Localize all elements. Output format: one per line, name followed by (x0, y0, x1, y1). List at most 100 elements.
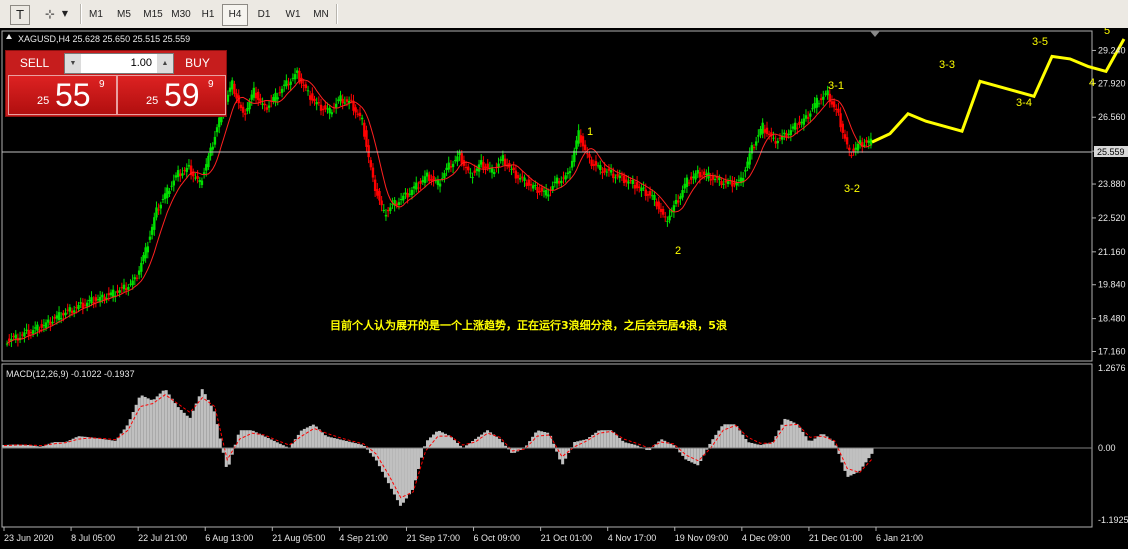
sell-price-button[interactable]: 25 55 9 (8, 75, 117, 115)
candle-body (594, 161, 598, 166)
candle-body (709, 179, 712, 181)
candle-body (272, 97, 275, 102)
candle-body (410, 190, 414, 196)
candle-body (744, 169, 747, 172)
candle-body (562, 177, 565, 179)
candle-body (529, 184, 533, 186)
candle-body (525, 182, 528, 187)
candle-body (345, 99, 349, 102)
candle-body (319, 104, 323, 111)
candle-body (49, 321, 52, 326)
candle-body (408, 193, 411, 195)
collapse-triangle-icon[interactable] (6, 34, 12, 39)
candle-body (317, 102, 321, 104)
tf-w1[interactable]: W1 (280, 4, 306, 26)
candle-body (8, 338, 11, 342)
candle-body (557, 181, 561, 184)
candle-body (343, 102, 347, 104)
candle-body (124, 288, 128, 291)
buy-price-button[interactable]: 25 59 9 (117, 75, 226, 115)
candle-body (96, 299, 100, 301)
candle-body (713, 179, 717, 181)
candle-body (499, 159, 502, 161)
candle-body (856, 143, 860, 151)
candle-body (475, 168, 479, 172)
candle-body (757, 135, 760, 137)
candle-body (233, 83, 236, 94)
candle-body (295, 70, 299, 73)
tf-h4[interactable]: H4 (222, 4, 248, 26)
candle-body (31, 330, 35, 335)
candle-body (655, 201, 658, 207)
macd-axis-label: 1.2676 (1098, 363, 1126, 373)
candle-body (612, 173, 615, 179)
candle-body (276, 97, 279, 100)
candle-body (172, 180, 175, 186)
tf-mn[interactable]: MN (308, 4, 334, 26)
tf-h1[interactable]: H1 (196, 4, 220, 26)
tf-m15[interactable]: M15 (140, 4, 166, 26)
candle-body (12, 336, 15, 338)
candle-body (503, 158, 507, 166)
candle-body (510, 168, 513, 170)
candle-body (181, 173, 184, 176)
candle-body (599, 165, 602, 171)
candle-body (817, 103, 821, 105)
objects-icon[interactable]: ⊹ (40, 5, 60, 23)
candle-body (848, 147, 851, 151)
candle-body (544, 190, 548, 196)
candle-body (438, 183, 442, 187)
time-axis-label: 23 Jun 2020 (4, 533, 54, 543)
candle-body (29, 332, 33, 334)
buy-button[interactable]: BUY (171, 53, 224, 73)
price-axis-label: 27.920 (1098, 78, 1126, 88)
candle-body (512, 167, 515, 171)
tf-d1[interactable]: D1 (252, 4, 276, 26)
candle-body (518, 178, 522, 180)
candle-body (62, 313, 65, 316)
candle-body (575, 140, 578, 150)
candle-body (685, 177, 689, 188)
candle-body (326, 108, 329, 110)
candle-body (536, 187, 539, 194)
wave-label: 5 (1104, 28, 1110, 37)
text-icon[interactable]: T (10, 5, 30, 25)
candle-body (111, 289, 115, 298)
candle-body (371, 167, 375, 178)
candle-body (811, 108, 814, 110)
dropdown-arrow-icon[interactable]: ▼ (60, 5, 70, 23)
candle-body (328, 107, 331, 114)
tf-m5[interactable]: M5 (112, 4, 136, 26)
candle-body (651, 195, 654, 197)
candle-body (246, 108, 249, 112)
candle-body (363, 122, 366, 137)
candle-body (77, 304, 80, 310)
sell-button[interactable]: SELL (8, 53, 61, 73)
candle-body (244, 113, 247, 115)
price-axis-label: 19.840 (1098, 280, 1126, 290)
tf-m30[interactable]: M30 (168, 4, 194, 26)
analysis-note: 目前个人认为展开的是一个上涨趋势，正在运行3浪细分浪，之后会完居4浪，5浪 (330, 318, 727, 332)
lot-input[interactable]: ▼ 1.00 ▲ (64, 53, 174, 74)
time-axis-label: 4 Nov 17:00 (608, 533, 657, 543)
shift-marker-icon[interactable] (870, 31, 880, 37)
candle-body (722, 183, 725, 185)
wave-label: 3-4 (1016, 97, 1032, 109)
lot-decrease-icon[interactable]: ▼ (65, 54, 81, 73)
separator (80, 4, 82, 24)
candle-body (287, 83, 290, 86)
lot-value[interactable]: 1.00 (83, 54, 155, 73)
candle-body (241, 106, 245, 113)
candle-body (324, 105, 327, 110)
candle-body (27, 330, 30, 336)
candle-body (406, 193, 409, 198)
time-axis-label: 21 Aug 05:00 (272, 533, 325, 543)
tf-m1[interactable]: M1 (84, 4, 108, 26)
candle-body (261, 103, 264, 105)
candle-body (830, 101, 834, 105)
candle-body (339, 95, 342, 102)
sell-price-prefix: 25 (37, 95, 50, 107)
candle-body (163, 193, 167, 199)
candle-body (653, 195, 656, 200)
candle-body (531, 185, 535, 189)
